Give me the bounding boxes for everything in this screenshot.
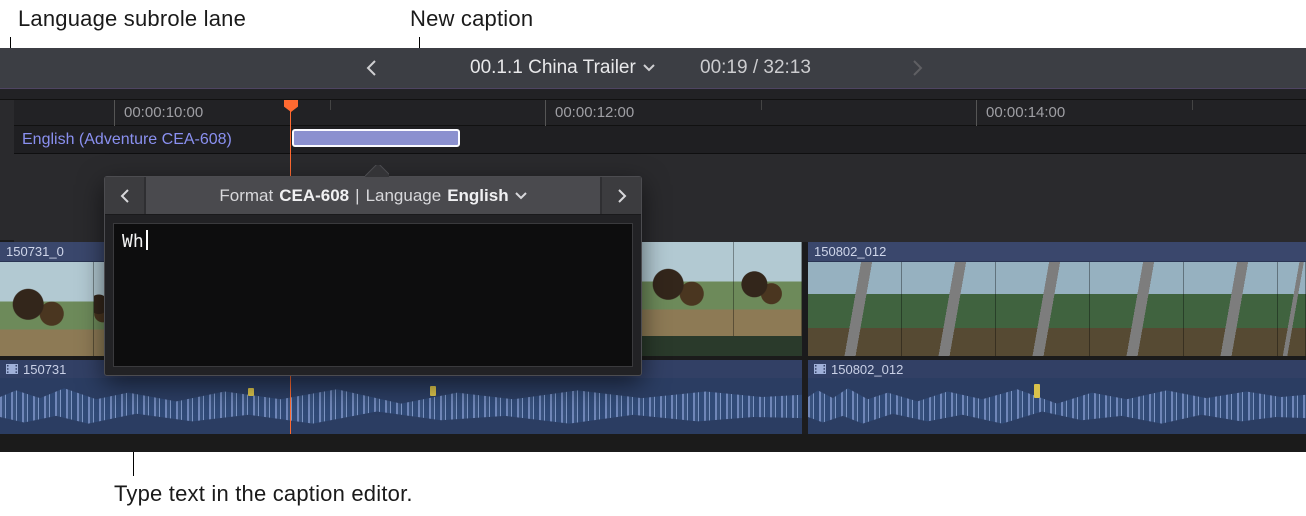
- timeline-left-pad: [0, 100, 14, 240]
- ribbon: [0, 88, 1306, 100]
- caption-typed-text: Wh: [122, 231, 148, 252]
- project-time-display: 00:19 / 32:13: [700, 57, 811, 79]
- caption-editor-header: Format CEA-608 | Language English: [105, 177, 641, 215]
- video-clip[interactable]: 150802_012: [808, 242, 1306, 356]
- audio-clip-title: 150802_012: [831, 362, 903, 377]
- filmstrip-icon: [814, 364, 826, 374]
- callout-new-caption-label: New caption: [410, 6, 533, 32]
- video-clip[interactable]: [640, 242, 802, 356]
- chevron-right-icon: [616, 188, 628, 204]
- project-title-dropdown[interactable]: 00.1.1 China Trailer: [470, 57, 655, 79]
- caption-subrole-lane[interactable]: English (Adventure CEA-608): [14, 126, 1306, 154]
- history-back-button[interactable]: [355, 48, 389, 88]
- chevron-down-icon: [643, 64, 655, 72]
- project-title-text: 00.1.1 China Trailer: [470, 57, 636, 79]
- caption-prev-button[interactable]: [105, 177, 145, 214]
- timeline-topbar: 00.1.1 China Trailer 00:19 / 32:13: [0, 48, 1306, 88]
- callout-lane-label: Language subrole lane: [18, 6, 246, 32]
- caption-format-label: Format: [219, 186, 273, 206]
- caption-clip[interactable]: [292, 129, 460, 147]
- history-forward-button[interactable]: [900, 48, 934, 88]
- caption-next-button[interactable]: [601, 177, 641, 214]
- timeline-ruler[interactable]: 00:00:10:00 00:00:12:00 00:00:14:00: [14, 100, 1306, 126]
- video-clip[interactable]: 150731_0: [0, 242, 110, 356]
- audio-clip-title: 150731: [23, 362, 66, 377]
- ruler-tick-label: 00:00:10:00: [124, 104, 203, 121]
- caption-language-label: Language: [366, 186, 442, 206]
- audio-clip[interactable]: 150802_012: [808, 360, 1306, 434]
- video-clip-title: 150731_0: [0, 242, 110, 262]
- audio-waveform: [0, 378, 802, 434]
- caption-format-value: CEA-608: [279, 186, 349, 206]
- video-clip-title: 150802_012: [808, 242, 1306, 262]
- ruler-tick-label: 00:00:12:00: [555, 104, 634, 121]
- callout-type-text-label: Type text in the caption editor.: [114, 481, 413, 507]
- ruler-tick-label: 00:00:14:00: [986, 104, 1065, 121]
- caption-lane-label: English (Adventure CEA-608): [22, 131, 232, 149]
- caption-language-value: English: [447, 186, 508, 206]
- chevron-left-icon: [366, 60, 378, 76]
- caption-sep: |: [355, 186, 359, 206]
- chevron-down-icon: [515, 192, 527, 200]
- popover-tail: [365, 165, 389, 177]
- caption-editor-popover: Format CEA-608 | Language English Wh: [104, 176, 642, 376]
- caption-format-language-dropdown[interactable]: Format CEA-608 | Language English: [145, 177, 601, 214]
- timeline-app: 00.1.1 China Trailer 00:19 / 32:13 00:00…: [0, 48, 1306, 452]
- chevron-left-icon: [119, 188, 131, 204]
- caption-text-input[interactable]: Wh: [113, 223, 633, 367]
- filmstrip-icon: [6, 364, 18, 374]
- audio-waveform: [808, 378, 1306, 434]
- chevron-right-icon: [911, 60, 923, 76]
